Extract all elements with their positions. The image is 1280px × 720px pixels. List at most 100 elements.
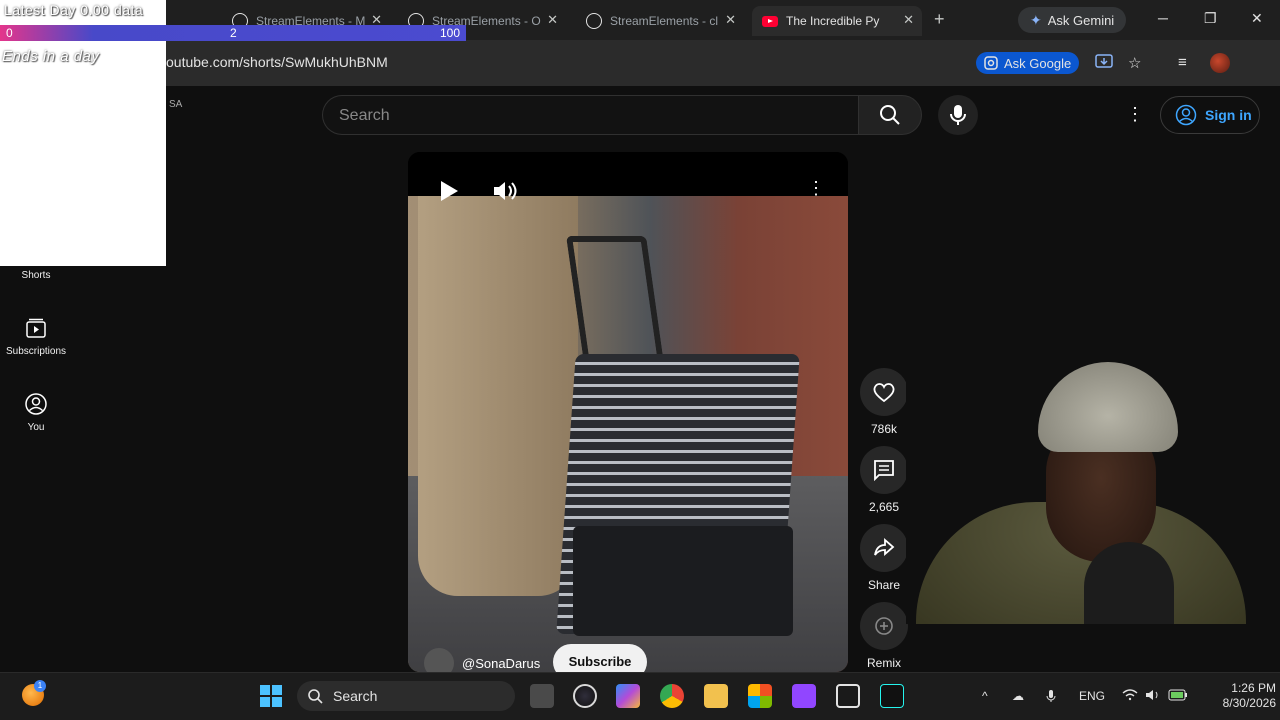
subscriptions-icon [26, 318, 46, 338]
capcut-icon[interactable] [836, 684, 860, 708]
share-icon [874, 538, 895, 556]
video-person-legs [418, 196, 578, 596]
sidebar-item-label: Shorts [21, 270, 51, 281]
task-view-icon[interactable] [530, 684, 554, 708]
battery-icon[interactable] [1168, 689, 1188, 704]
file-explorer-icon[interactable] [704, 684, 728, 708]
overlay-ends-text: Ends in a day [2, 48, 100, 65]
overlay-title: Latest Day 0.00 data [4, 2, 144, 18]
share-label: Share [867, 578, 901, 592]
clock-time: 1:26 PM [1231, 681, 1276, 695]
microsoft-store-icon[interactable] [748, 684, 772, 708]
windows-start-icon[interactable] [259, 684, 283, 708]
taskbar-clock[interactable]: 1:26 PM 8/30/2026 [1196, 681, 1276, 711]
sidebar-item-label: Subscriptions [5, 346, 67, 357]
sidebar-item-shorts[interactable]: Shorts [0, 270, 72, 281]
search-icon [880, 105, 900, 125]
channel-info[interactable]: @SonaDarus [424, 648, 540, 672]
sign-in-label: Sign in [1205, 107, 1252, 123]
media-control-icon[interactable]: ≡ [1178, 54, 1187, 71]
copilot-icon[interactable] [616, 684, 640, 708]
youtube-icon [762, 15, 778, 27]
bar-label-start: 0 [6, 26, 13, 40]
settings-menu-icon[interactable]: ⋮ [1126, 104, 1144, 125]
tab-label: StreamElements - cl [610, 14, 719, 28]
voice-search-button[interactable] [938, 95, 978, 135]
microphone-icon[interactable] [1046, 689, 1056, 706]
comment-count: 2,665 [868, 500, 900, 514]
language-indicator[interactable]: ENG [1079, 689, 1105, 703]
tab-youtube-active[interactable]: The Incredible Py ✕ [752, 6, 922, 36]
taskbar-search[interactable]: Search [297, 681, 515, 711]
browser-toolbar: outube.com/shorts/SwMukhUhBNM [0, 40, 1280, 86]
sidebar-item-label: You [27, 422, 45, 433]
video-controls-bar [408, 152, 848, 196]
shorts-video-player[interactable]: ⋮ @SonaDarus Subscribe [408, 152, 848, 672]
ask-gemini-button[interactable]: ✦ Ask Gemini [1018, 7, 1127, 33]
search-icon [308, 689, 323, 704]
like-button[interactable]: 786k [860, 368, 908, 436]
comment-icon [874, 460, 894, 481]
channel-name[interactable]: @SonaDarus [462, 656, 540, 671]
address-bar[interactable]: outube.com/shorts/SwMukhUhBNM [166, 54, 388, 70]
notification-app-icon[interactable]: 1 [22, 680, 46, 706]
volume-icon[interactable] [492, 180, 518, 202]
profile-avatar[interactable] [1210, 53, 1230, 73]
tiktok-icon[interactable] [880, 684, 904, 708]
tab-label: The Incredible Py [786, 14, 880, 28]
close-icon[interactable]: ✕ [547, 12, 558, 28]
close-icon[interactable]: ✕ [903, 12, 914, 28]
chrome-icon[interactable] [660, 684, 684, 708]
streamelements-icon [586, 13, 602, 29]
obs-studio-icon[interactable] [573, 684, 597, 708]
subscribe-button[interactable]: Subscribe [553, 644, 647, 672]
close-window-icon[interactable]: ✕ [1251, 10, 1263, 27]
wifi-icon[interactable] [1122, 689, 1138, 704]
minimize-icon[interactable]: ─ [1158, 10, 1168, 26]
clock-date: 8/30/2026 [1222, 696, 1276, 710]
volume-icon[interactable] [1145, 689, 1161, 704]
video-suitcase-base [573, 526, 793, 636]
remix-icon [875, 617, 893, 635]
microphone-icon [950, 105, 966, 125]
sign-in-button[interactable]: Sign in [1160, 96, 1260, 134]
like-count: 786k [870, 422, 898, 436]
sidebar-item-subscriptions[interactable]: Subscriptions [0, 316, 72, 357]
notification-badge: 1 [34, 680, 46, 692]
chevron-up-icon[interactable]: ^ [982, 689, 988, 703]
region-badge: SA [169, 99, 183, 110]
restore-icon[interactable]: ❐ [1204, 10, 1217, 27]
share-button[interactable]: Share [860, 524, 908, 592]
remix-button[interactable]: Remix [860, 602, 908, 670]
channel-avatar[interactable] [424, 648, 454, 672]
close-icon[interactable]: ✕ [725, 12, 736, 28]
tab-streamelements-3[interactable]: StreamElements - cl ✕ [576, 6, 744, 36]
taskbar-search-label: Search [333, 688, 378, 704]
webcam-overlay [906, 352, 1256, 624]
bar-label-goal: 100 [440, 26, 461, 40]
comments-button[interactable]: 2,665 [860, 446, 908, 514]
ask-google-label: Ask Google [1004, 55, 1072, 71]
search-input[interactable]: Search [322, 95, 858, 135]
video-more-icon[interactable]: ⋮ [807, 178, 825, 199]
heart-icon [873, 383, 895, 403]
account-icon [1175, 104, 1197, 126]
twitch-icon[interactable] [792, 684, 816, 708]
bookmark-star-icon[interactable]: ☆ [1128, 54, 1141, 72]
user-icon [25, 393, 47, 415]
sidebar-item-you[interactable]: You [0, 392, 72, 433]
gemini-icon: ✦ [1030, 11, 1042, 28]
lens-icon [984, 56, 998, 70]
cloud-icon[interactable]: ☁ [1012, 689, 1024, 703]
search-placeholder: Search [339, 107, 390, 124]
overlay-goal-bar: 0 2 100 [0, 25, 466, 41]
video-frame [408, 196, 848, 672]
search-button[interactable] [858, 95, 922, 135]
ask-gemini-label: Ask Gemini [1047, 12, 1115, 28]
bar-label-current: 2 [230, 26, 237, 40]
ask-google-button[interactable]: Ask Google [976, 52, 1080, 74]
play-icon[interactable] [439, 180, 459, 202]
new-tab-button[interactable]: + [934, 9, 945, 30]
install-app-icon[interactable] [1095, 54, 1113, 74]
remix-label: Remix [866, 656, 901, 670]
